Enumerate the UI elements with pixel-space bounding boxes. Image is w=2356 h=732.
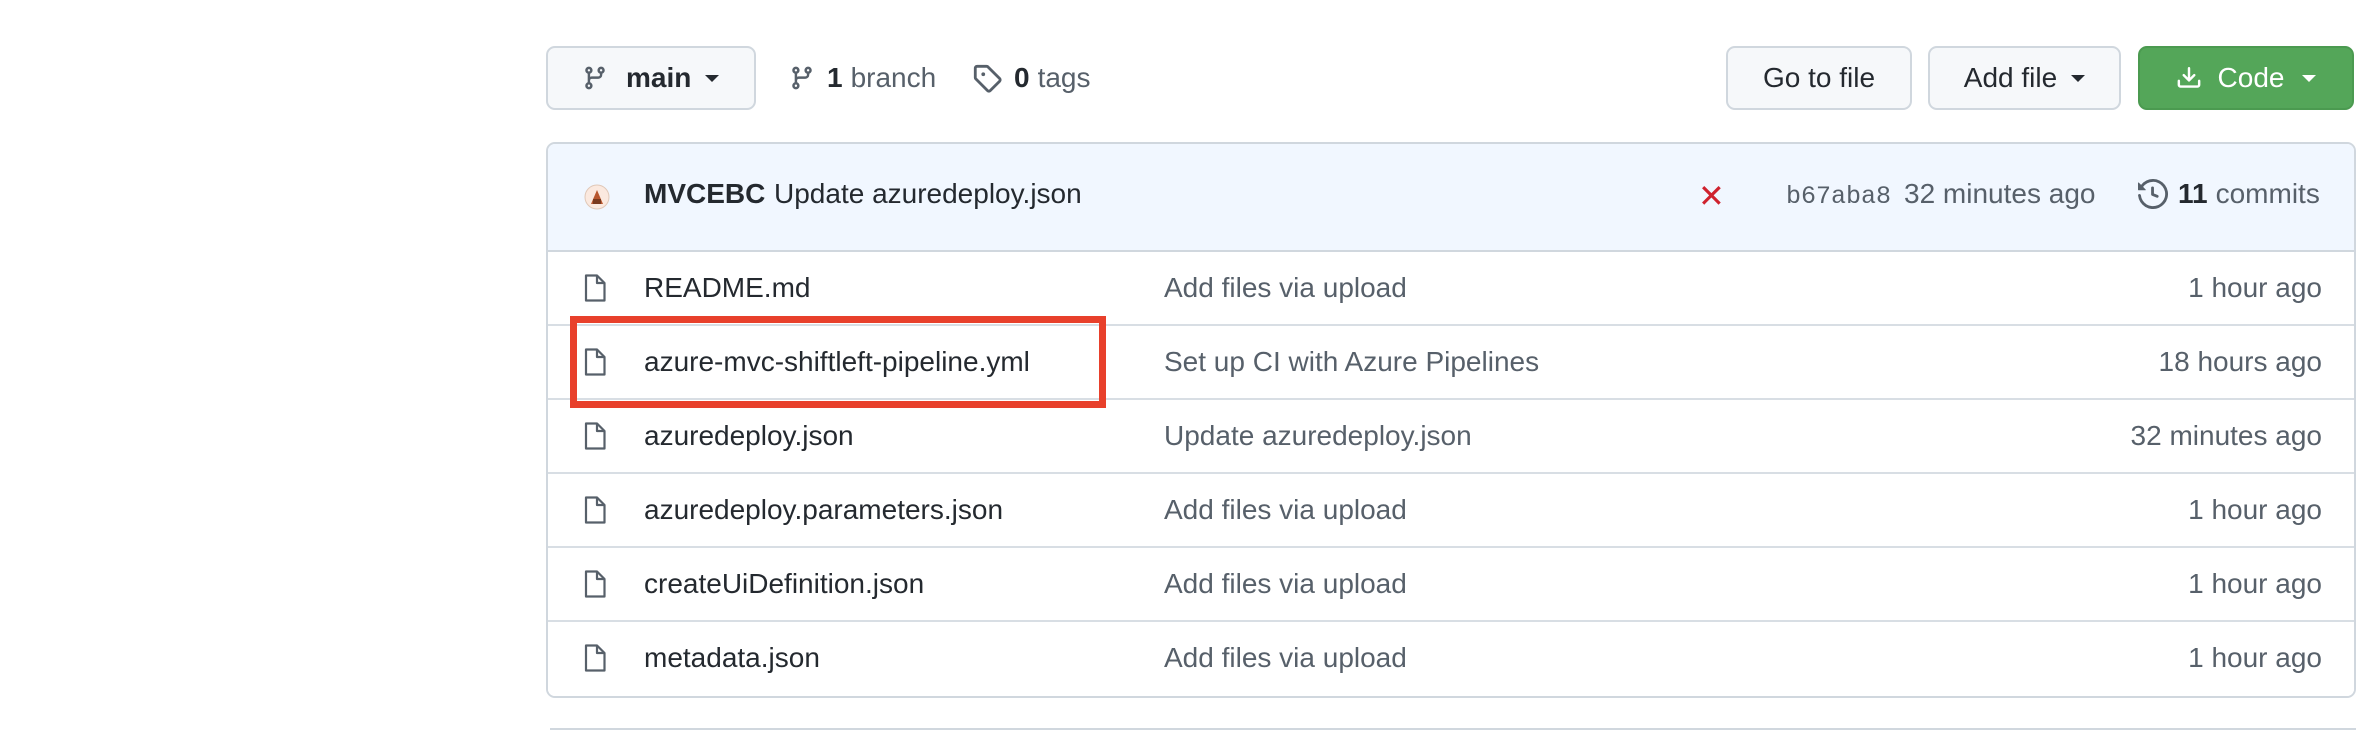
- git-branch-icon: [582, 64, 608, 92]
- commit-time: 32 minutes ago: [1904, 178, 2096, 209]
- go-to-file-button[interactable]: Go to file: [1726, 46, 1912, 110]
- file-row[interactable]: azuredeploy.json Update azuredeploy.json…: [548, 400, 2354, 474]
- file-name[interactable]: azuredeploy.parameters.json: [644, 494, 1003, 526]
- file-icon: [584, 348, 606, 376]
- branch-name: main: [626, 62, 692, 93]
- chevron-down-icon: [2071, 74, 2086, 82]
- file-age: 32 minutes ago: [2130, 420, 2322, 451]
- file-age: 1 hour ago: [2188, 568, 2322, 599]
- file-age: 1 hour ago: [2188, 494, 2322, 525]
- file-icon: [584, 422, 606, 450]
- file-age: 1 hour ago: [2188, 272, 2322, 303]
- file-name[interactable]: azure-mvc-shiftleft-pipeline.yml: [644, 346, 1030, 378]
- file-row[interactable]: azuredeploy.parameters.json Add files vi…: [548, 474, 2354, 548]
- branch-count: 1: [827, 62, 843, 93]
- ci-failed-icon[interactable]: ✕: [1698, 178, 1725, 214]
- file-age: 1 hour ago: [2188, 642, 2322, 673]
- latest-commit-bar: MVCEBC Update azuredeploy.json ✕ b67aba8…: [548, 144, 2354, 252]
- add-file-label: Add file: [1963, 62, 2058, 93]
- file-commit-message[interactable]: Add files via upload: [1164, 494, 1407, 526]
- file-commit-message[interactable]: Set up CI with Azure Pipelines: [1164, 346, 1539, 378]
- git-branch-icon: [789, 64, 815, 92]
- commit-author[interactable]: MVCEBC: [644, 178, 765, 210]
- file-name[interactable]: createUiDefinition.json: [644, 568, 924, 600]
- divider: [550, 728, 2356, 730]
- commit-message[interactable]: Update azuredeploy.json: [774, 178, 1082, 210]
- file-row[interactable]: README.md Add files via upload 1 hour ag…: [548, 252, 2354, 326]
- branch-label: branch: [850, 62, 937, 93]
- chevron-down-icon: [705, 74, 720, 82]
- file-row[interactable]: createUiDefinition.json Add files via up…: [548, 548, 2354, 622]
- code-button[interactable]: Code: [2138, 46, 2354, 110]
- tag-count: 0: [1014, 62, 1030, 93]
- add-file-button[interactable]: Add file: [1928, 46, 2121, 110]
- file-age: 18 hours ago: [2158, 346, 2322, 377]
- branch-select-button[interactable]: main: [546, 46, 756, 110]
- file-icon: [584, 496, 606, 524]
- file-icon: [584, 570, 606, 598]
- commits-label: commits: [2215, 178, 2320, 209]
- file-browser: MVCEBC Update azuredeploy.json ✕ b67aba8…: [546, 142, 2356, 698]
- repo-toolbar: main 1 branch 0 tags Go to file Add file…: [546, 46, 2354, 110]
- file-commit-message[interactable]: Update azuredeploy.json: [1164, 420, 1472, 452]
- history-icon: [2138, 179, 2168, 209]
- author-avatar[interactable]: [584, 184, 610, 210]
- file-row[interactable]: metadata.json Add files via upload 1 hou…: [548, 622, 2354, 696]
- file-commit-message[interactable]: Add files via upload: [1164, 568, 1407, 600]
- file-list: README.md Add files via upload 1 hour ag…: [548, 252, 2354, 696]
- commits-count: 11: [2178, 178, 2208, 209]
- tag-label: tags: [1037, 62, 1091, 93]
- download-icon: [2176, 64, 2202, 92]
- tags-link[interactable]: 0 tags: [972, 46, 1091, 110]
- commit-sha[interactable]: b67aba8: [1786, 182, 1891, 211]
- file-commit-message[interactable]: Add files via upload: [1164, 272, 1407, 304]
- file-icon: [584, 644, 606, 672]
- file-name[interactable]: azuredeploy.json: [644, 420, 854, 452]
- file-name[interactable]: README.md: [644, 272, 810, 304]
- file-row[interactable]: azure-mvc-shiftleft-pipeline.yml Set up …: [548, 326, 2354, 400]
- file-icon: [584, 274, 606, 302]
- file-commit-message[interactable]: Add files via upload: [1164, 642, 1407, 674]
- file-name[interactable]: metadata.json: [644, 642, 820, 674]
- code-label: Code: [2217, 62, 2285, 93]
- branches-link[interactable]: 1 branch: [789, 46, 936, 110]
- chevron-down-icon: [2302, 74, 2317, 82]
- commits-history-link[interactable]: 11 commits: [2138, 174, 2320, 214]
- tag-icon: [972, 63, 1002, 93]
